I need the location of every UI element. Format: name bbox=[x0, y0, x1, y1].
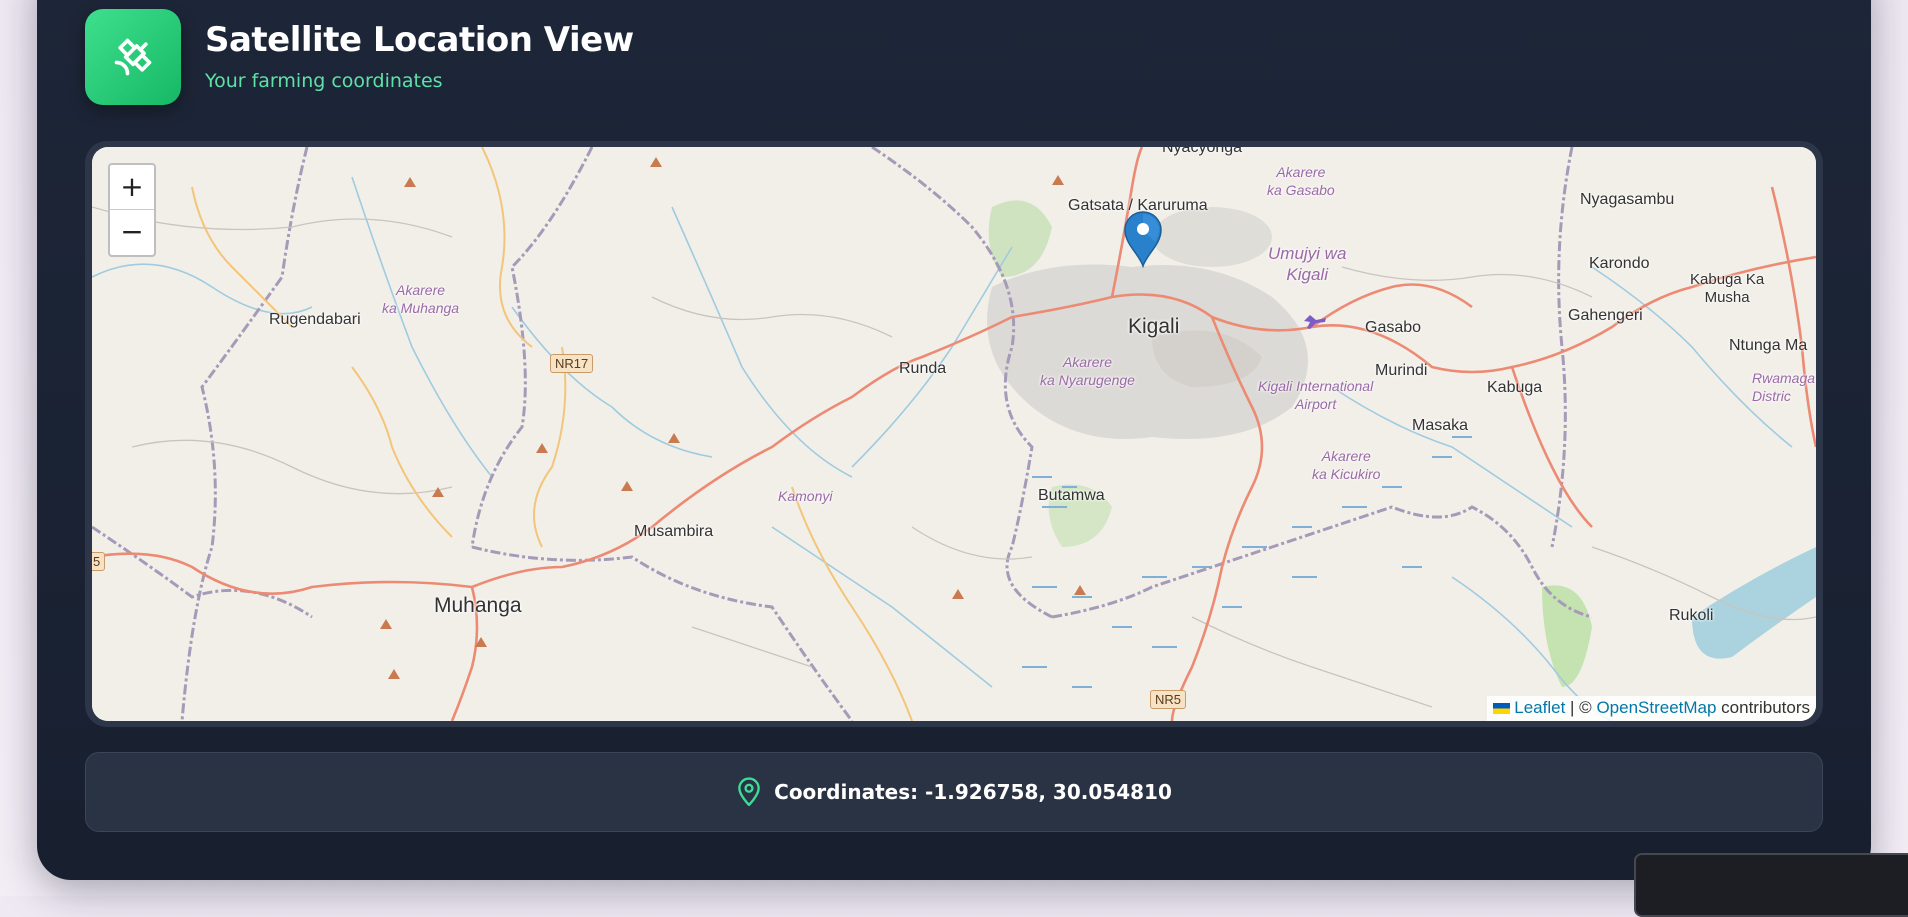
place-label: Rugendabari bbox=[269, 311, 361, 328]
place-label: Akarere ka Gasabo bbox=[1267, 164, 1335, 198]
place-label: Akarere ka Kicukiro bbox=[1312, 448, 1381, 482]
place-label: Gasabo bbox=[1365, 319, 1422, 336]
place-label: Runda bbox=[899, 360, 947, 377]
ukraine-flag-icon bbox=[1493, 703, 1511, 714]
place-label: Kamonyi bbox=[778, 488, 833, 504]
place-label: Kigali International Airport bbox=[1258, 378, 1374, 412]
place-label: Nyagasambu bbox=[1580, 191, 1675, 208]
corner-widget bbox=[1634, 853, 1908, 917]
openstreetmap-link[interactable]: OpenStreetMap bbox=[1596, 698, 1716, 717]
place-label: Musambira bbox=[634, 523, 714, 540]
place-label: Umujyi wa Kigali bbox=[1268, 244, 1347, 284]
place-label: Ntunga Ma bbox=[1729, 337, 1808, 354]
place-label: Murindi bbox=[1375, 362, 1428, 379]
map-pin-icon bbox=[738, 777, 760, 807]
map-pin-marker[interactable] bbox=[1123, 210, 1163, 268]
place-label: Rwamaga Distric bbox=[1752, 370, 1816, 404]
place-label: Kabuga Ka Musha bbox=[1690, 271, 1765, 306]
road-shield: NR5 bbox=[1150, 690, 1187, 709]
place-label: Masaka bbox=[1412, 417, 1469, 434]
place-label: Akarere ka Nyarugenge bbox=[1040, 354, 1135, 388]
page-title: Satellite Location View bbox=[205, 20, 634, 60]
header-logo bbox=[85, 9, 181, 105]
map-attribution: Leaflet | © OpenStreetMap contributors bbox=[1487, 696, 1816, 721]
place-label: Butamwa bbox=[1038, 487, 1105, 504]
satellite-icon bbox=[114, 38, 152, 76]
page-subtitle: Your farming coordinates bbox=[205, 70, 443, 92]
road-shield: 5 bbox=[92, 552, 106, 571]
place-label: Kigali bbox=[1128, 315, 1180, 338]
place-label: Nyacyonga bbox=[1162, 147, 1243, 156]
zoom-out-button[interactable]: − bbox=[110, 210, 154, 254]
map-tiles bbox=[92, 147, 1816, 721]
zoom-in-button[interactable]: + bbox=[110, 165, 154, 210]
place-label: Muhanga bbox=[434, 594, 522, 617]
coordinates-bar: Coordinates: -1.926758, 30.054810 bbox=[85, 752, 1823, 832]
map-view[interactable]: + − Nyacyonga Akarere ka Gasabo Nyagasam… bbox=[92, 147, 1816, 721]
place-label: Kabuga bbox=[1487, 379, 1543, 396]
leaflet-link[interactable]: Leaflet bbox=[1514, 698, 1565, 717]
place-label: Karondo bbox=[1589, 255, 1650, 272]
attribution-separator: | © bbox=[1565, 698, 1597, 717]
road-shield: NR17 bbox=[550, 354, 594, 373]
place-label: Rukoli bbox=[1669, 607, 1714, 624]
attribution-suffix: contributors bbox=[1716, 698, 1810, 717]
coordinates-text: Coordinates: -1.926758, 30.054810 bbox=[774, 780, 1172, 804]
place-label: Gahengeri bbox=[1568, 307, 1643, 324]
place-label: Akarere ka Muhanga bbox=[382, 282, 460, 316]
zoom-control: + − bbox=[108, 163, 156, 257]
